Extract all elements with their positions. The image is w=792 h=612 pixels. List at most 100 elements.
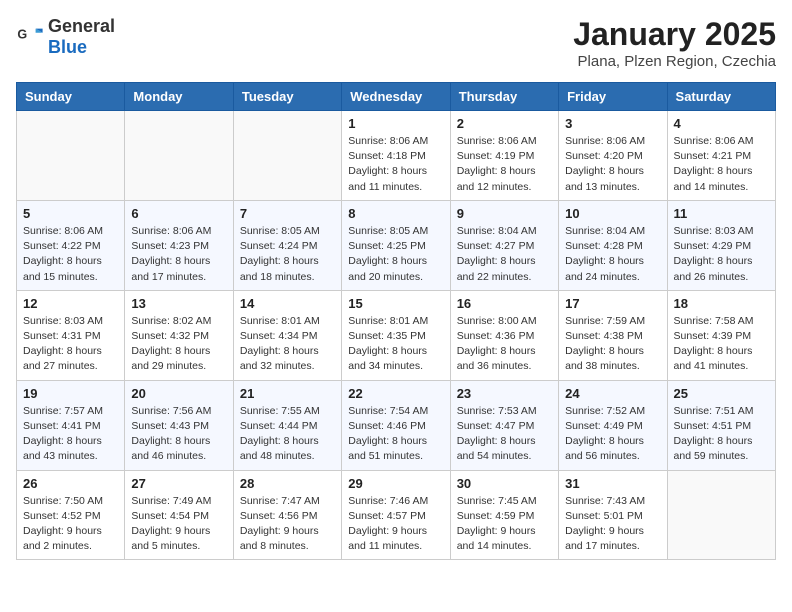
calendar-body: 1 Sunrise: 8:06 AM Sunset: 4:18 PM Daylig… xyxy=(17,111,776,560)
calendar-day-25: 25 Sunrise: 7:51 AM Sunset: 4:51 PM Dayli… xyxy=(667,380,775,470)
calendar-day-24: 24 Sunrise: 7:52 AM Sunset: 4:49 PM Dayli… xyxy=(559,380,667,470)
day-detail: Sunrise: 8:06 AM Sunset: 4:22 PM Dayligh… xyxy=(23,224,118,285)
day-detail: Sunrise: 7:45 AM Sunset: 4:59 PM Dayligh… xyxy=(457,494,552,555)
calendar-day-30: 30 Sunrise: 7:45 AM Sunset: 4:59 PM Dayli… xyxy=(450,470,558,560)
weekday-header-monday: Monday xyxy=(125,83,233,111)
day-detail: Sunrise: 7:46 AM Sunset: 4:57 PM Dayligh… xyxy=(348,494,443,555)
day-number: 28 xyxy=(240,476,335,491)
day-number: 2 xyxy=(457,116,552,131)
calendar-table: SundayMondayTuesdayWednesdayThursdayFrid… xyxy=(16,82,776,560)
day-number: 12 xyxy=(23,296,118,311)
weekday-header-row: SundayMondayTuesdayWednesdayThursdayFrid… xyxy=(17,83,776,111)
day-number: 15 xyxy=(348,296,443,311)
day-detail: Sunrise: 7:47 AM Sunset: 4:56 PM Dayligh… xyxy=(240,494,335,555)
day-number: 4 xyxy=(674,116,769,131)
day-detail: Sunrise: 7:58 AM Sunset: 4:39 PM Dayligh… xyxy=(674,314,769,375)
month-title: January 2025 xyxy=(573,16,776,53)
day-number: 18 xyxy=(674,296,769,311)
calendar-week-row: 1 Sunrise: 8:06 AM Sunset: 4:18 PM Daylig… xyxy=(17,111,776,201)
logo-text-blue: Blue xyxy=(48,37,87,57)
day-number: 31 xyxy=(565,476,660,491)
weekday-header-wednesday: Wednesday xyxy=(342,83,450,111)
calendar-day-20: 20 Sunrise: 7:56 AM Sunset: 4:43 PM Dayli… xyxy=(125,380,233,470)
weekday-header-friday: Friday xyxy=(559,83,667,111)
weekday-header-thursday: Thursday xyxy=(450,83,558,111)
day-number: 24 xyxy=(565,386,660,401)
day-detail: Sunrise: 8:06 AM Sunset: 4:18 PM Dayligh… xyxy=(348,134,443,195)
day-detail: Sunrise: 8:00 AM Sunset: 4:36 PM Dayligh… xyxy=(457,314,552,375)
calendar-day-29: 29 Sunrise: 7:46 AM Sunset: 4:57 PM Dayli… xyxy=(342,470,450,560)
calendar-week-row: 5 Sunrise: 8:06 AM Sunset: 4:22 PM Daylig… xyxy=(17,200,776,290)
calendar-day-6: 6 Sunrise: 8:06 AM Sunset: 4:23 PM Daylig… xyxy=(125,200,233,290)
day-detail: Sunrise: 8:06 AM Sunset: 4:19 PM Dayligh… xyxy=(457,134,552,195)
calendar-week-row: 19 Sunrise: 7:57 AM Sunset: 4:41 PM Dayli… xyxy=(17,380,776,470)
day-number: 13 xyxy=(131,296,226,311)
calendar-empty-cell xyxy=(667,470,775,560)
day-detail: Sunrise: 7:54 AM Sunset: 4:46 PM Dayligh… xyxy=(348,404,443,465)
calendar-day-2: 2 Sunrise: 8:06 AM Sunset: 4:19 PM Daylig… xyxy=(450,111,558,201)
day-number: 9 xyxy=(457,206,552,221)
calendar-day-3: 3 Sunrise: 8:06 AM Sunset: 4:20 PM Daylig… xyxy=(559,111,667,201)
weekday-header-tuesday: Tuesday xyxy=(233,83,341,111)
day-number: 10 xyxy=(565,206,660,221)
calendar-day-18: 18 Sunrise: 7:58 AM Sunset: 4:39 PM Dayli… xyxy=(667,290,775,380)
day-detail: Sunrise: 7:43 AM Sunset: 5:01 PM Dayligh… xyxy=(565,494,660,555)
calendar-day-26: 26Sunrise: 7:50 AM Sunset: 4:52 PM Dayli… xyxy=(17,470,125,560)
day-number: 7 xyxy=(240,206,335,221)
day-number: 30 xyxy=(457,476,552,491)
calendar-day-10: 10Sunrise: 8:04 AM Sunset: 4:28 PM Dayli… xyxy=(559,200,667,290)
calendar-day-15: 15 Sunrise: 8:01 AM Sunset: 4:35 PM Dayli… xyxy=(342,290,450,380)
calendar-day-13: 13 Sunrise: 8:02 AM Sunset: 4:32 PM Dayli… xyxy=(125,290,233,380)
day-number: 3 xyxy=(565,116,660,131)
day-number: 14 xyxy=(240,296,335,311)
calendar-day-22: 22 Sunrise: 7:54 AM Sunset: 4:46 PM Dayli… xyxy=(342,380,450,470)
logo: G General Blue xyxy=(16,16,115,58)
page-header: G General Blue January 2025 Plana, Plzen… xyxy=(16,16,776,70)
calendar-day-14: 14 Sunrise: 8:01 AM Sunset: 4:34 PM Dayli… xyxy=(233,290,341,380)
day-number: 26 xyxy=(23,476,118,491)
day-detail: Sunrise: 7:56 AM Sunset: 4:43 PM Dayligh… xyxy=(131,404,226,465)
day-detail: Sunrise: 7:53 AM Sunset: 4:47 PM Dayligh… xyxy=(457,404,552,465)
calendar-empty-cell xyxy=(125,111,233,201)
calendar-day-9: 9Sunrise: 8:04 AM Sunset: 4:27 PM Daylig… xyxy=(450,200,558,290)
day-number: 29 xyxy=(348,476,443,491)
day-detail: Sunrise: 8:06 AM Sunset: 4:23 PM Dayligh… xyxy=(131,224,226,285)
day-number: 25 xyxy=(674,386,769,401)
day-number: 8 xyxy=(348,206,443,221)
day-detail: Sunrise: 7:57 AM Sunset: 4:41 PM Dayligh… xyxy=(23,404,118,465)
svg-text:G: G xyxy=(17,27,27,41)
day-detail: Sunrise: 8:01 AM Sunset: 4:35 PM Dayligh… xyxy=(348,314,443,375)
logo-icon: G xyxy=(16,23,44,51)
day-detail: Sunrise: 8:01 AM Sunset: 4:34 PM Dayligh… xyxy=(240,314,335,375)
day-number: 23 xyxy=(457,386,552,401)
day-detail: Sunrise: 7:51 AM Sunset: 4:51 PM Dayligh… xyxy=(674,404,769,465)
day-number: 1 xyxy=(348,116,443,131)
day-number: 20 xyxy=(131,386,226,401)
day-number: 22 xyxy=(348,386,443,401)
day-detail: Sunrise: 7:55 AM Sunset: 4:44 PM Dayligh… xyxy=(240,404,335,465)
calendar-day-31: 31 Sunrise: 7:43 AM Sunset: 5:01 PM Dayli… xyxy=(559,470,667,560)
day-detail: Sunrise: 8:02 AM Sunset: 4:32 PM Dayligh… xyxy=(131,314,226,375)
logo-text-general: General xyxy=(48,16,115,36)
day-number: 5 xyxy=(23,206,118,221)
calendar-day-17: 17Sunrise: 7:59 AM Sunset: 4:38 PM Dayli… xyxy=(559,290,667,380)
day-number: 6 xyxy=(131,206,226,221)
day-detail: Sunrise: 8:03 AM Sunset: 4:31 PM Dayligh… xyxy=(23,314,118,375)
day-detail: Sunrise: 7:52 AM Sunset: 4:49 PM Dayligh… xyxy=(565,404,660,465)
location-title: Plana, Plzen Region, Czechia xyxy=(573,53,776,70)
calendar-day-1: 1 Sunrise: 8:06 AM Sunset: 4:18 PM Daylig… xyxy=(342,111,450,201)
day-number: 11 xyxy=(674,206,769,221)
day-detail: Sunrise: 7:49 AM Sunset: 4:54 PM Dayligh… xyxy=(131,494,226,555)
day-number: 19 xyxy=(23,386,118,401)
day-detail: Sunrise: 8:06 AM Sunset: 4:20 PM Dayligh… xyxy=(565,134,660,195)
calendar-day-7: 7Sunrise: 8:05 AM Sunset: 4:24 PM Daylig… xyxy=(233,200,341,290)
calendar-day-23: 23 Sunrise: 7:53 AM Sunset: 4:47 PM Dayli… xyxy=(450,380,558,470)
day-detail: Sunrise: 8:06 AM Sunset: 4:21 PM Dayligh… xyxy=(674,134,769,195)
calendar-day-8: 8Sunrise: 8:05 AM Sunset: 4:25 PM Daylig… xyxy=(342,200,450,290)
calendar-day-16: 16Sunrise: 8:00 AM Sunset: 4:36 PM Dayli… xyxy=(450,290,558,380)
day-number: 27 xyxy=(131,476,226,491)
calendar-day-4: 4 Sunrise: 8:06 AM Sunset: 4:21 PM Daylig… xyxy=(667,111,775,201)
day-number: 17 xyxy=(565,296,660,311)
calendar-week-row: 12 Sunrise: 8:03 AM Sunset: 4:31 PM Dayli… xyxy=(17,290,776,380)
title-block: January 2025 Plana, Plzen Region, Czechi… xyxy=(573,16,776,70)
